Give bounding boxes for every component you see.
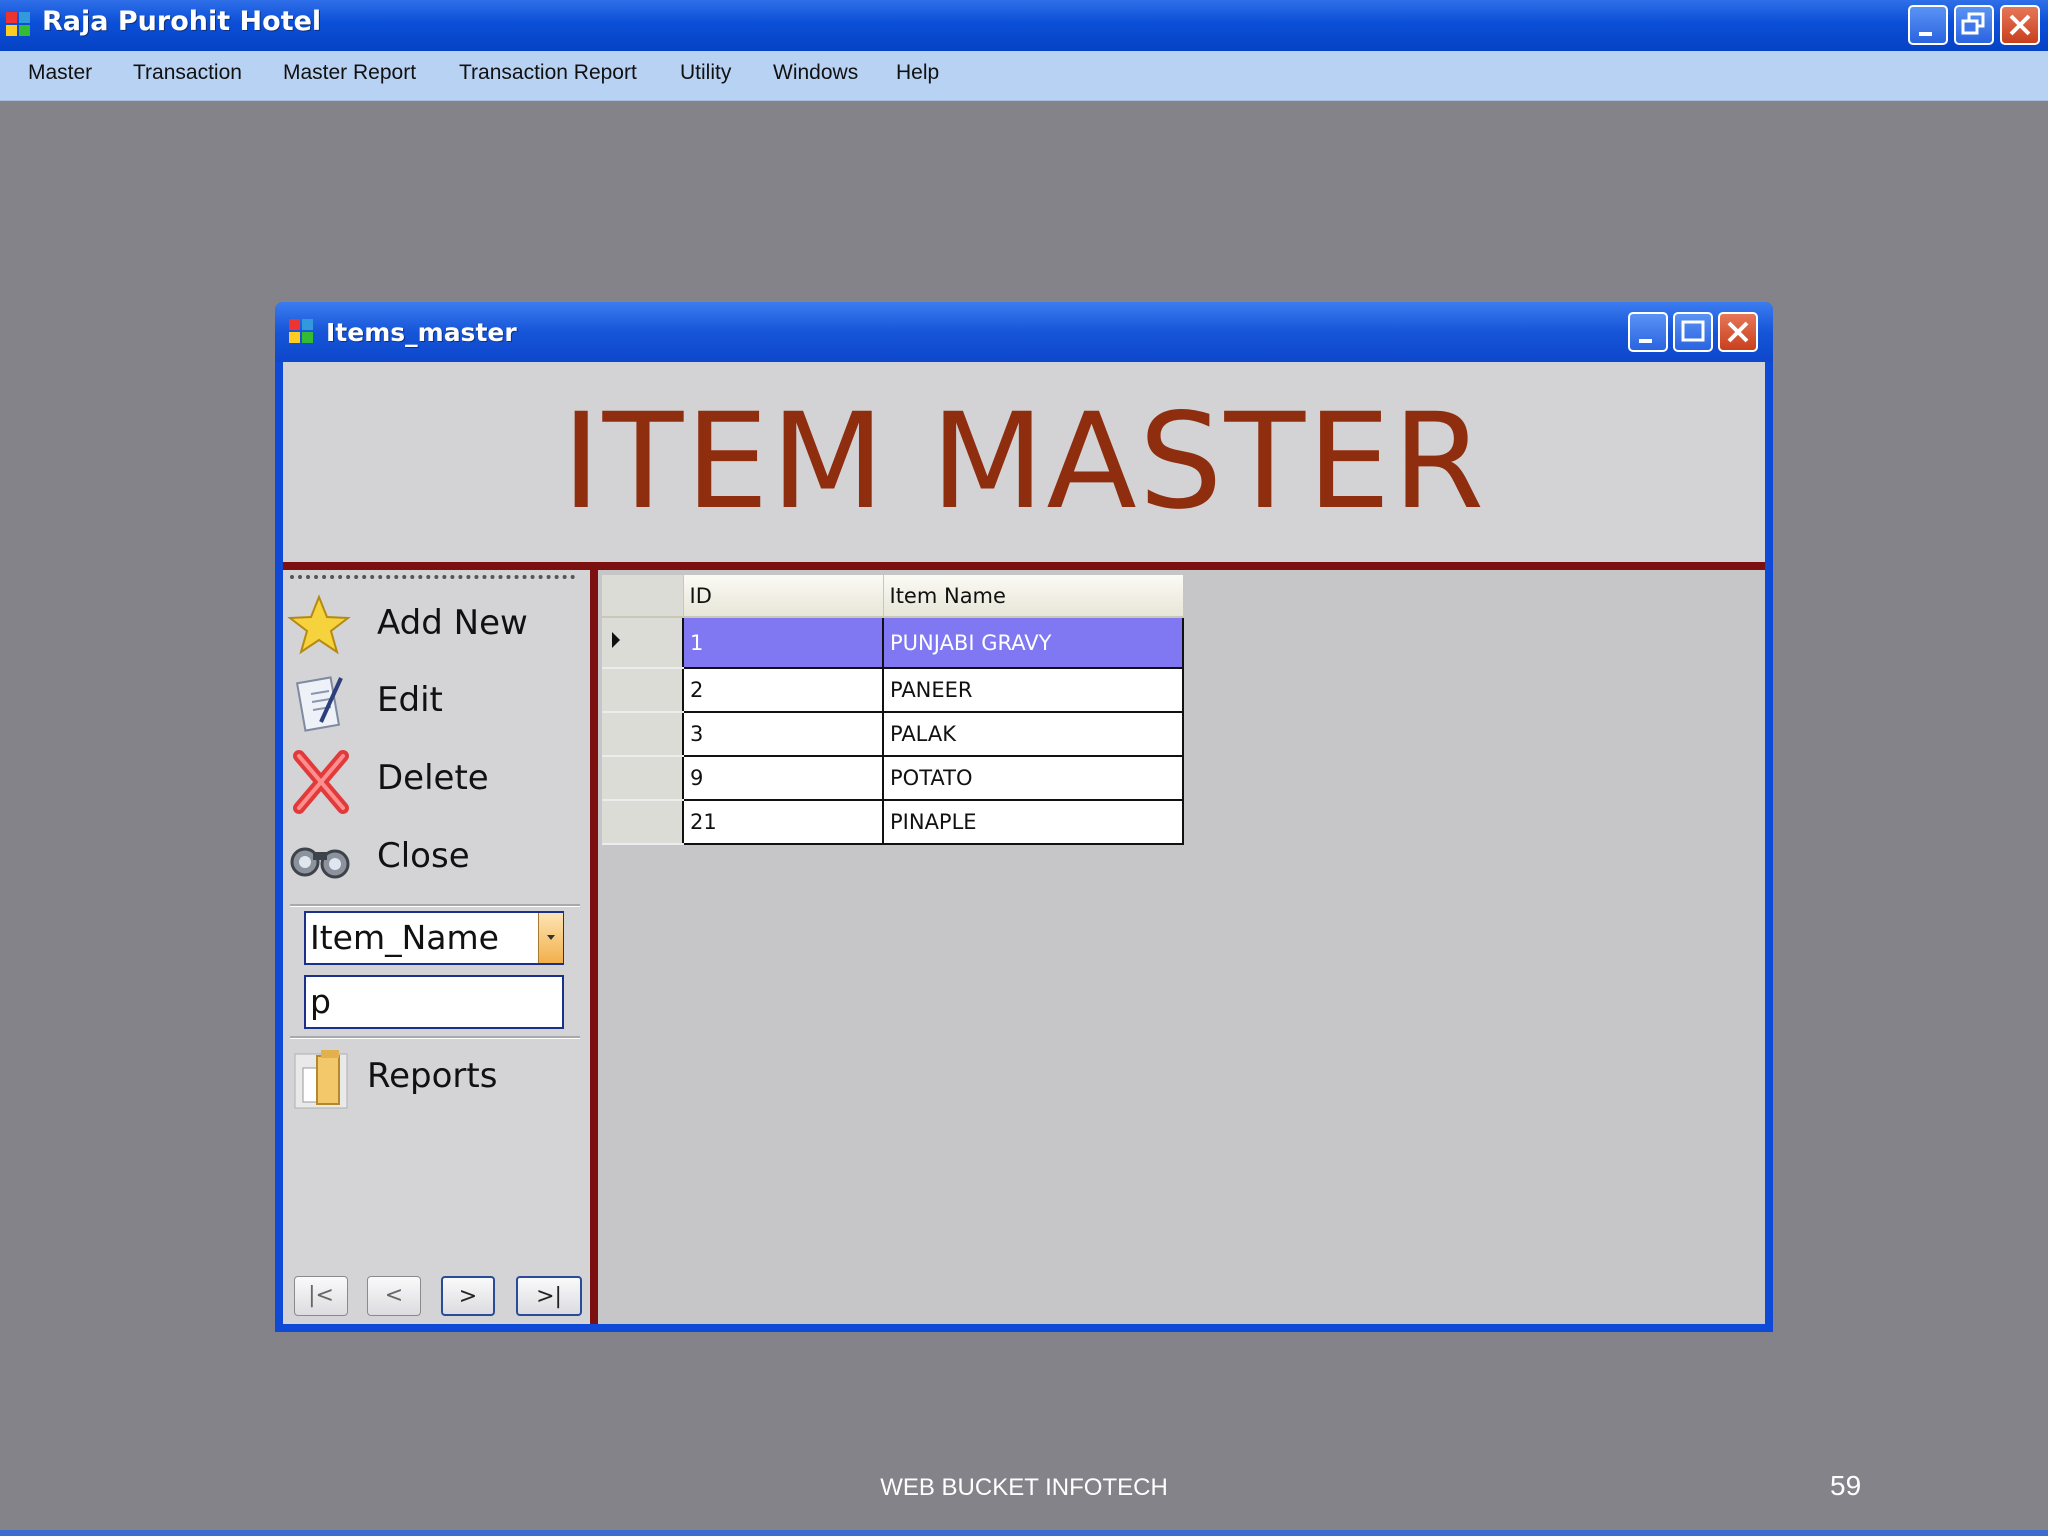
toolbar-grip[interactable] — [290, 575, 575, 579]
cell-item-name[interactable]: POTATO — [882, 755, 1184, 801]
row-header[interactable] — [602, 668, 683, 713]
current-row-arrow-icon — [612, 632, 620, 648]
close-button[interactable]: Close — [287, 826, 577, 890]
menu-help[interactable]: Help — [896, 61, 939, 85]
minimize-icon — [1919, 32, 1932, 36]
delete-x-icon — [293, 750, 349, 814]
reports-binder-icon — [294, 1050, 348, 1109]
table-row[interactable]: 2 PANEER — [602, 667, 1184, 713]
close-icon — [1727, 321, 1749, 343]
column-header-id[interactable]: ID — [683, 575, 884, 618]
divider — [283, 562, 1765, 570]
table-row[interactable]: 3 PALAK — [602, 711, 1184, 757]
cell-id[interactable]: 9 — [682, 755, 884, 801]
menu-utility[interactable]: Utility — [680, 61, 731, 85]
cell-id[interactable]: 21 — [682, 799, 884, 845]
cell-item-name[interactable]: PALAK — [882, 711, 1184, 757]
child-maximize-button[interactable] — [1673, 312, 1713, 352]
cell-id[interactable]: 1 — [682, 616, 884, 669]
child-minimize-button[interactable] — [1628, 312, 1668, 352]
reports-button[interactable]: Reports — [287, 1046, 577, 1110]
maximize-icon — [1681, 320, 1705, 342]
table-row[interactable]: 1 PUNJABI GRAVY — [602, 616, 1184, 669]
cell-item-name[interactable]: PANEER — [882, 667, 1184, 713]
table-row[interactable]: 21 PINAPLE — [602, 799, 1184, 845]
row-header[interactable] — [602, 617, 683, 669]
cell-id[interactable]: 3 — [682, 711, 884, 757]
minimize-icon — [1639, 339, 1652, 343]
edit-button[interactable]: Edit — [287, 670, 577, 734]
search-input[interactable]: p — [304, 975, 564, 1029]
menu-master-report[interactable]: Master Report — [283, 61, 416, 85]
menu-windows[interactable]: Windows — [773, 61, 858, 85]
delete-button[interactable]: Delete — [287, 748, 577, 814]
nav-next-button[interactable]: > — [441, 1276, 495, 1316]
row-header[interactable] — [602, 756, 683, 801]
close-label: Close — [377, 836, 470, 876]
restore-icon — [1961, 12, 1985, 35]
app-window-icon — [6, 12, 32, 38]
restore-button[interactable] — [1954, 5, 1994, 45]
close-icon — [2009, 14, 2031, 36]
edit-label: Edit — [377, 680, 443, 720]
nav-prev-button[interactable]: < — [367, 1276, 421, 1316]
delete-label: Delete — [377, 758, 489, 798]
cell-item-name[interactable]: PINAPLE — [882, 799, 1184, 845]
cell-id[interactable]: 2 — [682, 667, 884, 713]
menu-transaction-report[interactable]: Transaction Report — [459, 61, 637, 85]
child-title: Items_master — [326, 318, 517, 347]
star-icon — [287, 594, 351, 655]
app-title: Raja Purohit Hotel — [42, 6, 322, 37]
edit-document-icon — [295, 676, 343, 732]
add-new-label: Add New — [377, 603, 528, 643]
row-header-corner — [602, 575, 684, 618]
items-grid[interactable]: ID Item Name 1 PUNJABI GRAVY 2 PANEER 3 … — [602, 575, 1184, 845]
table-row[interactable]: 9 POTATO — [602, 755, 1184, 801]
column-header-item-name[interactable]: Item Name — [883, 575, 1184, 618]
banner-title: ITEM MASTER — [561, 385, 1487, 539]
toolbar-separator — [290, 1036, 580, 1039]
dropdown-button[interactable] — [538, 913, 563, 963]
menu-transaction[interactable]: Transaction — [133, 61, 242, 85]
menu-master[interactable]: Master — [28, 61, 92, 85]
toolbar-separator — [290, 904, 580, 907]
row-header[interactable] — [602, 712, 683, 757]
close-window-button[interactable] — [2000, 5, 2040, 45]
reports-label: Reports — [367, 1056, 498, 1096]
app-title-bar[interactable]: Raja Purohit Hotel — [0, 0, 2048, 51]
chevron-down-icon — [547, 935, 555, 940]
binoculars-icon — [290, 847, 350, 879]
row-header[interactable] — [602, 800, 683, 845]
bottom-bar — [0, 1530, 2048, 1536]
nav-first-button[interactable]: |< — [294, 1276, 348, 1316]
child-close-button[interactable] — [1718, 312, 1758, 352]
add-new-button[interactable]: Add New — [287, 593, 577, 657]
child-window-icon — [289, 319, 315, 345]
nav-last-button[interactable]: >| — [516, 1276, 582, 1316]
page-number: 59 — [1830, 1470, 1862, 1501]
minimize-button[interactable] — [1908, 5, 1948, 45]
footer-text: WEB BUCKET INFOTECH — [880, 1474, 1168, 1501]
search-field-select[interactable]: Item_Name — [304, 911, 564, 965]
cell-item-name[interactable]: PUNJABI GRAVY — [882, 616, 1184, 669]
child-title-bar[interactable]: Items_master — [275, 302, 1773, 362]
